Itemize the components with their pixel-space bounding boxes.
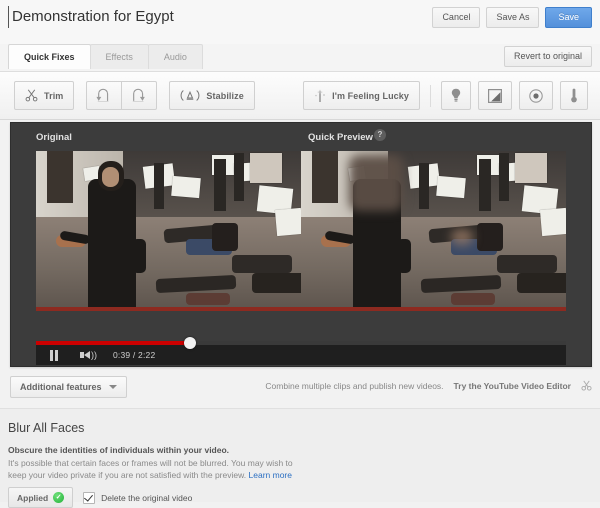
subject-body [88,179,136,311]
video-frame-blurred [301,151,566,311]
video-frame-original [36,151,301,311]
rotate-button-group [86,81,158,110]
section-description: It's possible that certain faces or fram… [8,457,308,481]
time-display: 0:39 / 2:22 [113,350,156,360]
combine-clips-promo: Combine multiple clips and publish new v… [265,380,592,391]
video-enhancements-app: Demonstration for Egypt Cancel Save As S… [0,0,600,508]
im-feeling-lucky-button[interactable]: I'm Feeling Lucky [303,81,420,110]
blurred-face-region [349,155,403,211]
learn-more-link[interactable]: Learn more [249,470,292,480]
section-subtitle: Obscure the identities of individuals wi… [8,445,230,455]
trim-button[interactable]: Trim [14,81,75,110]
preview-panel: Original Quick Preview ?)) 0:39 / 2:22 [10,122,592,367]
additional-features-label: Additional features [20,382,102,392]
delete-original-checkbox[interactable] [83,491,96,504]
delete-original-checkbox-wrap[interactable]: Delete the original video [83,491,193,504]
fill-light-button[interactable] [441,81,471,110]
rotate-left-icon [96,88,112,103]
rotate-right-button[interactable] [121,81,158,110]
volume-waves-icon: )) [91,349,97,360]
video-editor-link[interactable]: Try the YouTube Video Editor [454,381,571,391]
toolbar-left-group: Trim Stabilize [14,81,255,110]
combine-text: Combine multiple clips and publish new v… [265,380,444,391]
tab-audio[interactable]: Audio [147,44,203,69]
stabilize-label: Stabilize [206,90,244,101]
video-comparison [36,151,566,341]
thermometer-icon [570,88,578,103]
im-feeling-lucky-label: I'm Feeling Lucky [332,90,409,101]
contrast-icon [488,88,502,103]
cancel-button[interactable]: Cancel [432,7,481,28]
magic-wand-icon [314,89,326,103]
tab-list: Quick Fixes Effects Audio [8,44,203,69]
blur-all-faces-section: Blur All Faces Obscure the identities of… [0,408,600,508]
header-buttons: Cancel Save As Save [432,7,592,28]
saturation-icon [529,88,543,103]
saturation-button[interactable] [519,81,553,110]
stabilize-button[interactable]: Stabilize [169,81,255,110]
pause-button[interactable] [50,349,58,361]
stabilize-icon [180,89,200,102]
app-header: Demonstration for Egypt Cancel Save As S… [0,0,600,44]
edit-toolbar: Trim Stabilize I'm Feeling Lucky [0,71,600,120]
page-title: Demonstration for Egypt [12,8,174,25]
applied-label: Applied [17,492,49,503]
features-row: Additional features Combine multiple cli… [0,372,600,406]
film-clip-icon [581,380,592,391]
tab-bar: Quick Fixes Effects Audio Revert to orig… [0,44,600,71]
tab-effects[interactable]: Effects [89,44,149,69]
delete-original-label: Delete the original video [101,492,193,503]
player-controls: )) 0:39 / 2:22 [36,337,566,365]
additional-features-dropdown[interactable]: Additional features [10,376,127,398]
title-wrap: Demonstration for Egypt [8,6,174,28]
save-as-button[interactable]: Save As [486,7,540,28]
seek-handle[interactable] [183,337,196,349]
player-button-row: )) 0:39 / 2:22 [36,345,155,365]
original-label: Original [36,132,72,143]
chevron-down-icon [108,385,117,389]
trim-label: Trim [44,90,64,101]
check-icon: ✓ [53,492,65,503]
toolbar-right-group: I'm Feeling Lucky [303,81,588,110]
tab-quick-fixes[interactable]: Quick Fixes [8,44,91,69]
quick-preview-label: Quick Preview [308,132,373,143]
contrast-button[interactable] [478,81,512,110]
text-cursor-icon [8,6,9,28]
help-icon[interactable]: ? [374,129,386,141]
save-button[interactable]: Save [545,7,592,28]
scissors-icon [25,89,38,102]
volume-button[interactable]: )) [80,349,97,360]
applied-button[interactable]: Applied ✓ [8,487,74,508]
blurred-face-region [451,229,473,245]
preview-header: Original Quick Preview ? [11,123,591,151]
quick-preview-video[interactable] [301,151,566,311]
section-title: Blur All Faces [8,421,85,435]
temperature-button[interactable] [560,81,588,110]
revert-to-original-button[interactable]: Revert to original [503,46,592,67]
lightbulb-icon [451,88,461,103]
rotate-right-icon [131,88,147,103]
rotate-left-button[interactable] [86,81,123,110]
subject-face [102,167,119,187]
applied-row: Applied ✓ Delete the original video [8,487,192,508]
toolbar-divider [430,84,431,107]
speaker-icon [84,351,90,359]
original-video[interactable] [36,151,301,311]
